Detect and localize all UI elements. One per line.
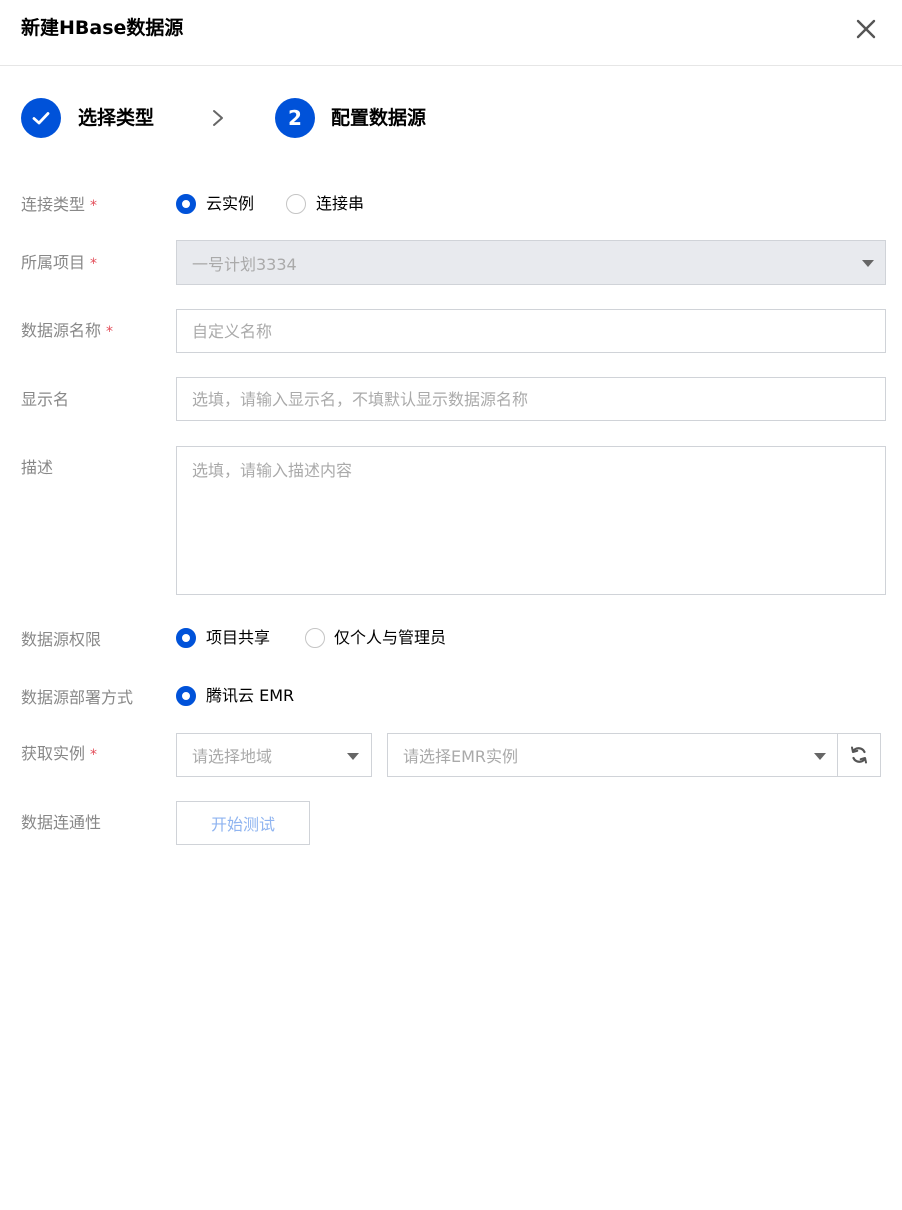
radio-cloud-instance-label[interactable]: 云实例 <box>206 193 254 215</box>
radio-connection-string[interactable] <box>286 194 306 214</box>
datasource-name-label: 数据源名称 * <box>21 320 113 343</box>
instance-label-text: 获取实例 <box>21 744 86 763</box>
project-select-value: 一号计划3334 <box>192 254 297 274</box>
description-label: 描述 <box>21 458 54 477</box>
project-label-text: 所属项目 <box>21 253 86 272</box>
radio-personal-admin-label[interactable]: 仅个人与管理员 <box>334 627 446 649</box>
datasource-name-input[interactable] <box>192 321 870 341</box>
step-1-label: 选择类型 <box>78 107 155 129</box>
project-label: 所属项目 * <box>21 252 97 275</box>
region-select[interactable]: 请选择地域 <box>176 733 372 777</box>
dialog-title: 新建HBase数据源 <box>21 17 184 39</box>
description-textarea[interactable] <box>192 447 870 604</box>
radio-personal-admin[interactable] <box>305 628 325 648</box>
connection-type-label: 连接类型 * <box>21 194 97 217</box>
permission-label: 数据源权限 <box>21 630 102 649</box>
close-icon[interactable] <box>853 16 879 42</box>
refresh-icon <box>851 746 867 764</box>
instance-label: 获取实例 * <box>21 743 97 766</box>
start-test-button[interactable]: 开始测试 <box>176 801 310 845</box>
step-2-label: 配置数据源 <box>331 107 427 129</box>
radio-project-share-label[interactable]: 项目共享 <box>206 627 270 649</box>
project-select: 一号计划3334 <box>176 240 886 285</box>
description-field[interactable] <box>176 446 886 604</box>
radio-tencent-emr-label[interactable]: 腾讯云 EMR <box>206 685 294 707</box>
required-mark: * <box>90 198 98 214</box>
radio-connection-string-label[interactable]: 连接串 <box>316 193 364 215</box>
emr-instance-select[interactable]: 请选择EMR实例 <box>387 733 838 777</box>
radio-cloud-instance[interactable] <box>176 194 196 214</box>
caret-down-icon <box>347 753 359 760</box>
step-1-done-icon <box>21 98 61 138</box>
region-select-placeholder: 请选择地域 <box>192 747 273 766</box>
deploy-mode-label: 数据源部署方式 <box>21 688 134 707</box>
radio-tencent-emr[interactable] <box>176 686 196 706</box>
caret-down-icon <box>814 753 826 760</box>
chevron-right-icon <box>213 110 223 126</box>
connection-type-label-text: 连接类型 <box>21 195 86 214</box>
check-icon <box>32 112 50 125</box>
datasource-name-label-text: 数据源名称 <box>21 321 102 340</box>
radio-project-share[interactable] <box>176 628 196 648</box>
connectivity-label: 数据连通性 <box>21 813 102 832</box>
dialog-header: 新建HBase数据源 <box>0 0 902 66</box>
step-2-number: 2 <box>275 98 315 138</box>
display-name-field[interactable] <box>176 377 886 421</box>
display-name-input[interactable] <box>192 389 870 409</box>
refresh-button[interactable] <box>837 733 881 777</box>
emr-instance-select-placeholder: 请选择EMR实例 <box>403 747 519 766</box>
display-name-label: 显示名 <box>21 390 70 409</box>
required-mark: * <box>106 324 114 340</box>
caret-down-icon <box>862 260 874 267</box>
required-mark: * <box>90 256 98 272</box>
required-mark: * <box>90 747 98 763</box>
datasource-name-field[interactable] <box>176 309 886 353</box>
